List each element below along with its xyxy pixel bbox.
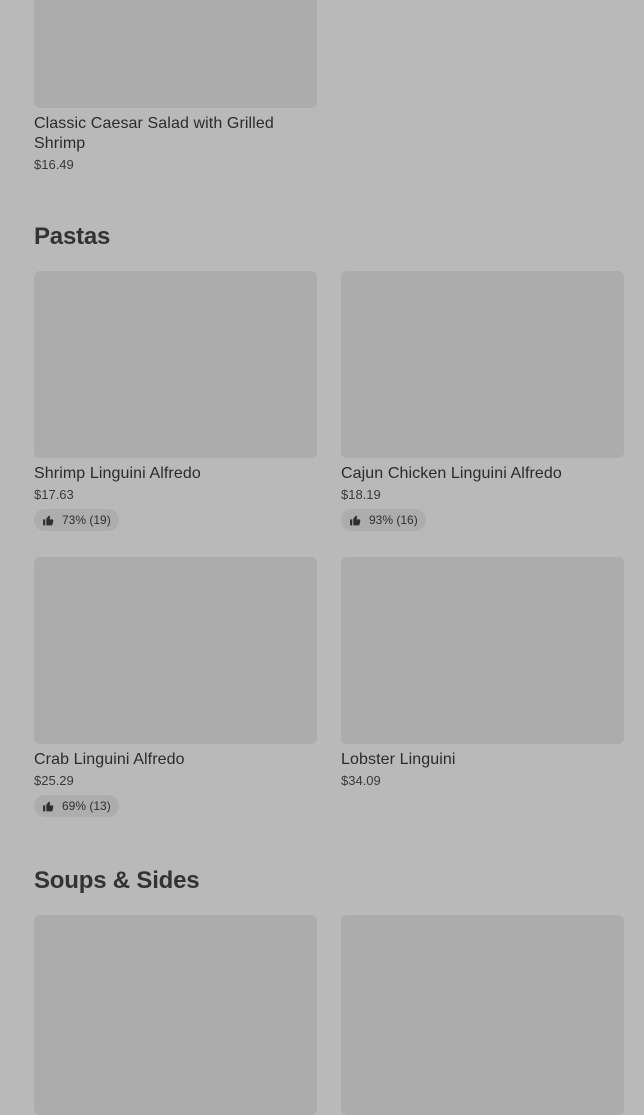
menu-item-image (341, 557, 624, 744)
menu-item-card[interactable]: Shrimp Linguini Alfredo $17.63 73% (19) (34, 271, 317, 532)
menu-item-image (341, 271, 624, 458)
section-title: Pastas (34, 223, 111, 250)
menu-item-name: Crab Linguini Alfredo (34, 751, 185, 768)
menu-item-price: $17.63 (34, 487, 74, 502)
menu-item-card[interactable]: Classic Caesar Salad with Grilled Shrimp… (34, 0, 317, 174)
menu-item-name: Classic Caesar Salad with Grilled Shrimp (34, 115, 274, 152)
thumbs-up-icon (43, 801, 54, 811)
rating-badge: 93% (16) (341, 509, 426, 531)
menu-item-price: $34.09 (341, 773, 381, 788)
menu-item-name: Lobster Linguini (341, 751, 456, 768)
menu-item-image (34, 271, 317, 458)
menu-item-price: $25.29 (34, 773, 74, 788)
menu-item-card[interactable]: Crab Linguini Alfredo $25.29 69% (13) (34, 557, 317, 818)
menu-item-card[interactable]: Cajun Chicken Linguini Alfredo $18.19 93… (341, 271, 624, 532)
menu-item-image (34, 557, 317, 744)
menu-item-image (34, 0, 317, 108)
rating-badge: 73% (19) (34, 509, 119, 531)
thumbs-up-icon (43, 515, 54, 525)
rating-badge: 69% (13) (34, 795, 119, 817)
menu-item-card[interactable] (34, 915, 317, 1115)
rating-text: 73% (19) (62, 513, 111, 527)
thumbs-up-icon (350, 515, 361, 525)
menu-item-price: $18.19 (341, 487, 381, 502)
rating-text: 93% (16) (369, 513, 418, 527)
rating-text: 69% (13) (62, 799, 111, 813)
menu-item-card[interactable]: Lobster Linguini $34.09 (341, 557, 624, 790)
menu-item-card[interactable] (341, 915, 624, 1115)
menu-item-image (341, 915, 624, 1115)
menu-item-name: Cajun Chicken Linguini Alfredo (341, 465, 562, 482)
menu-item-image (34, 915, 317, 1115)
section-title: Soups & Sides (34, 867, 200, 894)
menu-item-name: Shrimp Linguini Alfredo (34, 465, 201, 482)
menu-item-price: $16.49 (34, 157, 74, 172)
